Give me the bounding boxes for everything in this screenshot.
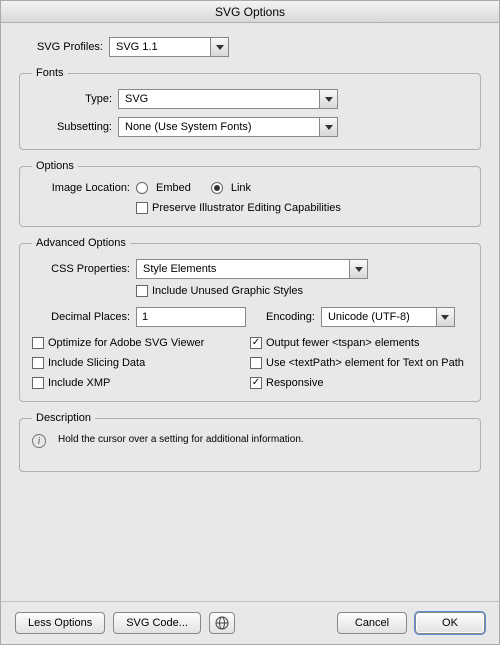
cancel-button[interactable]: Cancel xyxy=(337,612,407,634)
description-row: i Hold the cursor over a setting for add… xyxy=(32,434,468,448)
css-properties-select[interactable]: Style Elements xyxy=(136,259,368,279)
svg-options-dialog: SVG Options SVG Profiles: SVG 1.1 Fonts … xyxy=(0,0,500,645)
preserve-label: Preserve Illustrator Editing Capabilitie… xyxy=(152,202,341,214)
xmp-checkbox[interactable] xyxy=(32,377,44,389)
font-type-row: Type: SVG xyxy=(32,89,468,109)
slicing-checkbox[interactable] xyxy=(32,357,44,369)
chevron-down-icon xyxy=(436,308,454,326)
svg-profiles-select[interactable]: SVG 1.1 xyxy=(109,37,229,57)
dialog-footer: Less Options SVG Code... Cancel OK xyxy=(1,601,499,644)
font-subsetting-value: None (Use System Fonts) xyxy=(125,121,252,133)
encoding-value: Unicode (UTF-8) xyxy=(328,311,410,323)
font-type-label: Type: xyxy=(32,93,112,105)
decimal-places-label: Decimal Places: xyxy=(32,311,130,323)
include-unused-label: Include Unused Graphic Styles xyxy=(152,285,303,297)
tspan-checkbox[interactable] xyxy=(250,337,262,349)
chevron-down-icon xyxy=(319,118,337,136)
font-subsetting-label: Subsetting: xyxy=(32,121,112,133)
fonts-group: Fonts Type: SVG Subsetting: None (Use Sy… xyxy=(19,67,481,150)
optimize-label: Optimize for Adobe SVG Viewer xyxy=(48,337,204,349)
options-legend: Options xyxy=(32,160,78,172)
font-subsetting-select[interactable]: None (Use System Fonts) xyxy=(118,117,338,137)
svg-profiles-label: SVG Profiles: xyxy=(19,41,103,53)
include-unused-checkbox[interactable] xyxy=(136,285,148,297)
svg-code-button[interactable]: SVG Code... xyxy=(113,612,201,634)
fonts-legend: Fonts xyxy=(32,67,68,79)
tspan-label: Output fewer <tspan> elements xyxy=(266,337,419,349)
textpath-label: Use <textPath> element for Text on Path xyxy=(266,357,464,369)
svg-profiles-row: SVG Profiles: SVG 1.1 xyxy=(19,37,481,57)
textpath-checkbox[interactable] xyxy=(250,357,262,369)
decimal-places-input[interactable]: 1 xyxy=(136,307,246,327)
encoding-label: Encoding: xyxy=(266,311,315,323)
preview-in-browser-button[interactable] xyxy=(209,612,235,634)
chevron-down-icon xyxy=(210,38,228,56)
embed-radio[interactable] xyxy=(136,182,148,194)
link-radio[interactable] xyxy=(211,182,223,194)
css-properties-value: Style Elements xyxy=(143,263,216,275)
dialog-content: SVG Profiles: SVG 1.1 Fonts Type: SVG Su… xyxy=(1,23,499,601)
font-type-select[interactable]: SVG xyxy=(118,89,338,109)
image-location-row: Image Location: Embed Link xyxy=(32,182,468,194)
optimize-checkbox[interactable] xyxy=(32,337,44,349)
font-subsetting-row: Subsetting: None (Use System Fonts) xyxy=(32,117,468,137)
options-group: Options Image Location: Embed Link Prese… xyxy=(19,160,481,227)
description-legend: Description xyxy=(32,412,95,424)
info-icon: i xyxy=(32,434,46,448)
svg-profiles-value: SVG 1.1 xyxy=(116,41,158,53)
ok-button[interactable]: OK xyxy=(415,612,485,634)
image-location-label: Image Location: xyxy=(32,182,130,194)
advanced-checks: Optimize for Adobe SVG Viewer Output few… xyxy=(32,337,468,389)
dialog-title: SVG Options xyxy=(1,1,499,23)
description-text: Hold the cursor over a setting for addit… xyxy=(58,434,304,445)
chevron-down-icon xyxy=(349,260,367,278)
css-properties-label: CSS Properties: xyxy=(32,263,130,275)
xmp-label: Include XMP xyxy=(48,377,110,389)
globe-icon xyxy=(215,616,229,630)
link-label: Link xyxy=(231,182,251,194)
font-type-value: SVG xyxy=(125,93,148,105)
encoding-select[interactable]: Unicode (UTF-8) xyxy=(321,307,455,327)
include-unused-row: Include Unused Graphic Styles xyxy=(32,285,468,297)
embed-label: Embed xyxy=(156,182,191,194)
description-group: Description i Hold the cursor over a set… xyxy=(19,412,481,472)
less-options-button[interactable]: Less Options xyxy=(15,612,105,634)
decimal-places-value: 1 xyxy=(142,311,148,323)
chevron-down-icon xyxy=(319,90,337,108)
slicing-label: Include Slicing Data xyxy=(48,357,145,369)
advanced-legend: Advanced Options xyxy=(32,237,130,249)
responsive-label: Responsive xyxy=(266,377,323,389)
decimal-encoding-row: Decimal Places: 1 Encoding: Unicode (UTF… xyxy=(32,307,468,327)
responsive-checkbox[interactable] xyxy=(250,377,262,389)
css-properties-row: CSS Properties: Style Elements xyxy=(32,259,468,279)
preserve-row: Preserve Illustrator Editing Capabilitie… xyxy=(32,202,468,214)
preserve-checkbox[interactable] xyxy=(136,202,148,214)
advanced-group: Advanced Options CSS Properties: Style E… xyxy=(19,237,481,402)
